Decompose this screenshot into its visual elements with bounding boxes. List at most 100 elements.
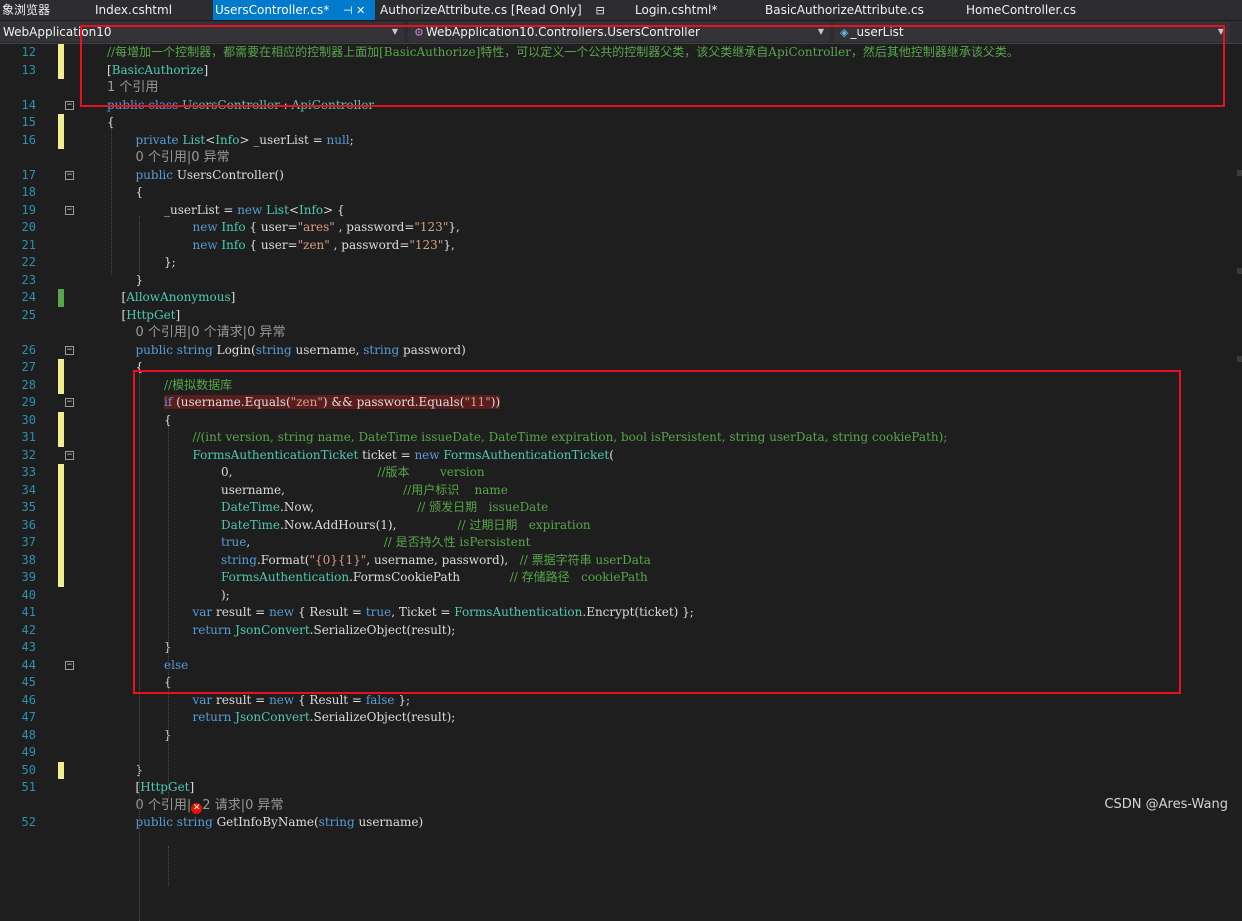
code-line[interactable]: 0 个引用| ✕ 2 请求|0 异常	[0, 797, 1242, 815]
unsaved-change-marker	[58, 44, 64, 62]
plain-token: }	[135, 272, 144, 287]
plain-token: ]	[175, 307, 181, 322]
collapse-icon[interactable]: −	[65, 100, 74, 110]
code-line[interactable]: 51 [HttpGet]	[0, 779, 1242, 797]
line-number: 23	[21, 272, 36, 287]
codelens-references[interactable]: 0 个引用|0 异常	[136, 149, 230, 167]
code-text[interactable]: public string GetInfoByName(string usern…	[136, 814, 424, 832]
tab-basicauthorizeattribute[interactable]: BasicAuthorizeAttribute.cs	[763, 0, 955, 20]
code-line[interactable]: 25 [HttpGet]	[0, 307, 1242, 325]
string-token: "ares"	[297, 220, 335, 234]
tab-homecontroller[interactable]: HomeController.cs	[964, 0, 1116, 20]
unsaved-change-marker	[58, 761, 64, 779]
tab-label: Login.cshtml*	[635, 3, 718, 17]
code-text[interactable]: _userList = new List<Info> {	[164, 202, 345, 220]
collapse-icon[interactable]: −	[65, 170, 74, 180]
code-line[interactable]: 26 − public string Login(string username, …	[0, 342, 1242, 360]
type-token: List	[266, 202, 289, 217]
code-line[interactable]: 49	[0, 744, 1242, 762]
code-line[interactable]: 0 个引用|0 异常	[0, 149, 1242, 167]
code-line[interactable]: 21 new Info { user="zen" , password="123"…	[0, 237, 1242, 255]
plain-token: Login(	[216, 342, 256, 357]
code-line[interactable]: 18 {	[0, 184, 1242, 202]
code-line[interactable]: 22};	[0, 254, 1242, 272]
collapse-icon[interactable]: −	[65, 450, 74, 460]
code-text[interactable]: }	[136, 272, 144, 290]
code-line[interactable]: 46 var result = new { Result = false };	[0, 692, 1242, 710]
code-line[interactable]: 16 private List<Info> _userList = null;	[0, 131, 1242, 150]
code-line[interactable]: 20 new Info { user="ares" , password="123…	[0, 219, 1242, 237]
code-line[interactable]: 15 {	[0, 114, 1242, 132]
code-line[interactable]: 48}	[0, 727, 1242, 745]
line-number: 52	[21, 815, 36, 829]
tab-index-cshtml[interactable]: Index.cshtml	[93, 0, 210, 20]
type-token: Info	[221, 220, 246, 234]
code-line[interactable]: 47 return JsonConvert.SerializeObject(res…	[0, 709, 1242, 727]
plain-token: username,	[295, 342, 364, 357]
code-text[interactable]: public UsersController()	[136, 167, 284, 185]
code-line[interactable]: 19 − _userList = new List<Info> {	[0, 202, 1242, 220]
pin-close-icons[interactable]: ⊣ ✕	[343, 4, 365, 17]
code-line[interactable]: 52 public string GetInfoByName(string use…	[0, 814, 1242, 832]
indent-guide	[111, 128, 112, 274]
tab-object-browser[interactable]: 象浏览器	[0, 0, 82, 20]
saved-change-marker	[58, 289, 64, 307]
tab-authorizeattribute[interactable]: AuthorizeAttribute.cs [Read Only] ⊟	[378, 0, 620, 20]
line-number: 45	[21, 675, 36, 689]
plain-token: password)	[403, 342, 466, 357]
code-text[interactable]: private List<Info> _userList = null;	[136, 132, 354, 150]
line-number: 13	[21, 62, 36, 77]
line-number: 36	[21, 517, 36, 532]
plain-token: .SerializeObject(result);	[309, 710, 456, 724]
line-number: 32	[21, 447, 36, 462]
line-number: 28	[21, 377, 36, 392]
keyword-token: new	[192, 237, 222, 252]
line-number: 18	[21, 185, 36, 199]
tab-userscontroller[interactable]: UsersController.cs* ⊣ ✕	[213, 0, 375, 20]
codelens-references[interactable]: 0 个引用|0 个请求|0 异常	[136, 324, 286, 342]
code-line[interactable]: 17 − public UsersController()	[0, 167, 1242, 185]
keyword-token: public	[135, 167, 177, 182]
scrollbar-markers[interactable]	[1236, 44, 1242, 824]
string-token: "zen"	[297, 237, 330, 252]
unsaved-change-marker	[58, 551, 64, 569]
keyword-token: null	[326, 132, 350, 147]
plain-token: username)	[358, 815, 424, 829]
plain-token: };	[164, 255, 176, 269]
collapse-icon[interactable]: −	[65, 398, 74, 407]
code-text[interactable]: {	[136, 184, 144, 202]
plain-token: {	[107, 115, 115, 129]
code-line[interactable]: 23}	[0, 272, 1242, 290]
code-line[interactable]: 50}	[0, 761, 1242, 779]
line-number: 29	[21, 395, 36, 409]
code-text[interactable]: public string Login(string username, str…	[136, 342, 466, 360]
code-text[interactable]: [AllowAnonymous]	[122, 289, 236, 307]
unsaved-change-marker	[58, 499, 64, 517]
plain-token: { Result =	[297, 692, 366, 707]
plain-token: , password=	[329, 237, 410, 252]
tab-login-cshtml[interactable]: Login.cshtml*	[633, 0, 750, 20]
plain-token: <	[288, 202, 299, 217]
codelens-references[interactable]: 0 个引用| ✕ 2 请求|0 异常	[136, 797, 283, 815]
line-number: 30	[21, 412, 36, 427]
line-number: 25	[21, 307, 36, 322]
collapse-icon[interactable]: −	[65, 660, 74, 670]
readonly-icon: ⊟	[595, 4, 605, 17]
line-number: 39	[21, 570, 36, 584]
code-text[interactable]: };	[164, 254, 176, 272]
code-text[interactable]: new Info { user="zen" , password="123"},	[193, 237, 455, 255]
code-text[interactable]: new Info { user="ares" , password="123"}…	[193, 219, 460, 237]
code-text[interactable]: [HttpGet]	[122, 307, 181, 325]
code-text[interactable]: return JsonConvert.SerializeObject(resul…	[193, 709, 456, 727]
document-tab-bar: 象浏览器 Index.cshtml UsersController.cs* ⊣ …	[0, 0, 1242, 20]
line-number: 31	[21, 430, 36, 444]
collapse-icon[interactable]: −	[65, 205, 74, 215]
collapse-icon[interactable]: −	[65, 345, 74, 355]
code-line[interactable]: 24 [AllowAnonymous]	[0, 289, 1242, 307]
plain-token: ]	[230, 290, 236, 304]
code-text[interactable]: var result = new { Result = false };	[193, 692, 411, 710]
code-line[interactable]: 0 个引用|0 个请求|0 异常	[0, 324, 1242, 342]
line-number: 33	[21, 465, 36, 479]
code-text[interactable]: [HttpGet]	[136, 779, 195, 797]
unsaved-change-marker	[58, 464, 64, 482]
